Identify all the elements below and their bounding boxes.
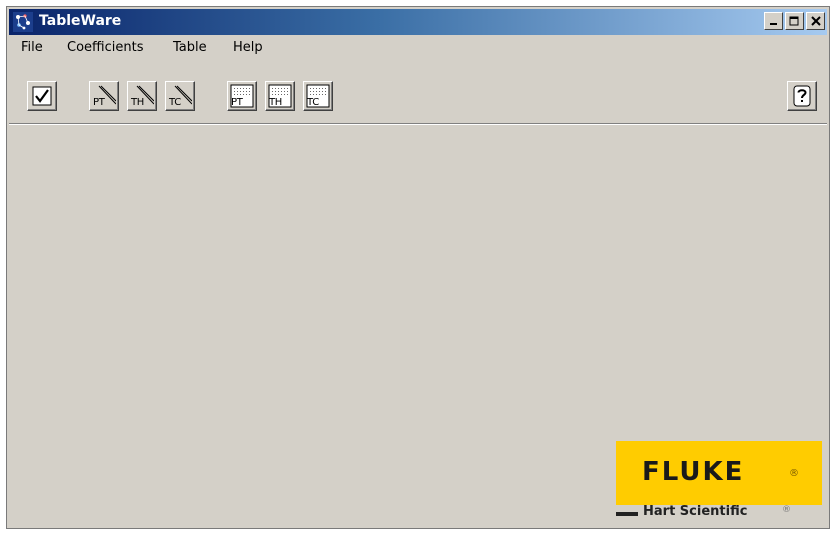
probe-pt-button[interactable]: PT xyxy=(89,81,119,111)
table-tc-button[interactable]: TC xyxy=(303,81,333,111)
title-bar[interactable]: TableWare xyxy=(9,9,827,35)
close-button[interactable] xyxy=(806,12,825,30)
table-th-label: TH xyxy=(269,97,283,108)
probe-th-button[interactable]: TH xyxy=(127,81,157,111)
table-pt-label: PT xyxy=(231,97,243,108)
help-button[interactable] xyxy=(787,81,817,111)
logo-subbrand: Hart Scientific xyxy=(643,504,748,519)
close-icon xyxy=(810,16,821,26)
fluke-logo: FLUKE ® xyxy=(616,441,822,505)
app-icon xyxy=(13,12,33,32)
table-pt-button[interactable]: PT xyxy=(227,81,257,111)
minimize-button[interactable] xyxy=(764,12,783,30)
toolbar: PT TH TC PT TH TC xyxy=(9,63,827,124)
menu-coefficients[interactable]: Coefficients xyxy=(67,40,143,55)
help-question-icon xyxy=(793,85,811,107)
logo-brand: FLUKE xyxy=(642,457,745,487)
probe-pt-label: PT xyxy=(93,97,105,108)
logo-brand-reg: ® xyxy=(789,468,799,479)
menu-bar: File Coefficients Table Help xyxy=(9,37,827,59)
menu-help[interactable]: Help xyxy=(233,40,263,55)
table-tc-label: TC xyxy=(307,97,319,108)
probe-th-label: TH xyxy=(131,97,145,108)
logo-subbrand-reg: ® xyxy=(782,505,791,515)
minimize-icon xyxy=(769,23,777,25)
check-button[interactable] xyxy=(27,81,57,111)
main-client-area: FLUKE ® Hart Scientific ® xyxy=(9,125,827,526)
menu-file[interactable]: File xyxy=(21,40,43,55)
maximize-icon xyxy=(789,16,799,26)
checkmark-icon xyxy=(32,86,52,106)
maximize-button[interactable] xyxy=(785,12,804,30)
probe-tc-label: TC xyxy=(169,97,181,108)
window-title: TableWare xyxy=(39,13,122,29)
logo-dash xyxy=(616,512,638,516)
table-th-button[interactable]: TH xyxy=(265,81,295,111)
app-window: TableWare File Coefficients Table Help P… xyxy=(6,6,830,529)
menu-table[interactable]: Table xyxy=(173,40,207,55)
probe-tc-button[interactable]: TC xyxy=(165,81,195,111)
